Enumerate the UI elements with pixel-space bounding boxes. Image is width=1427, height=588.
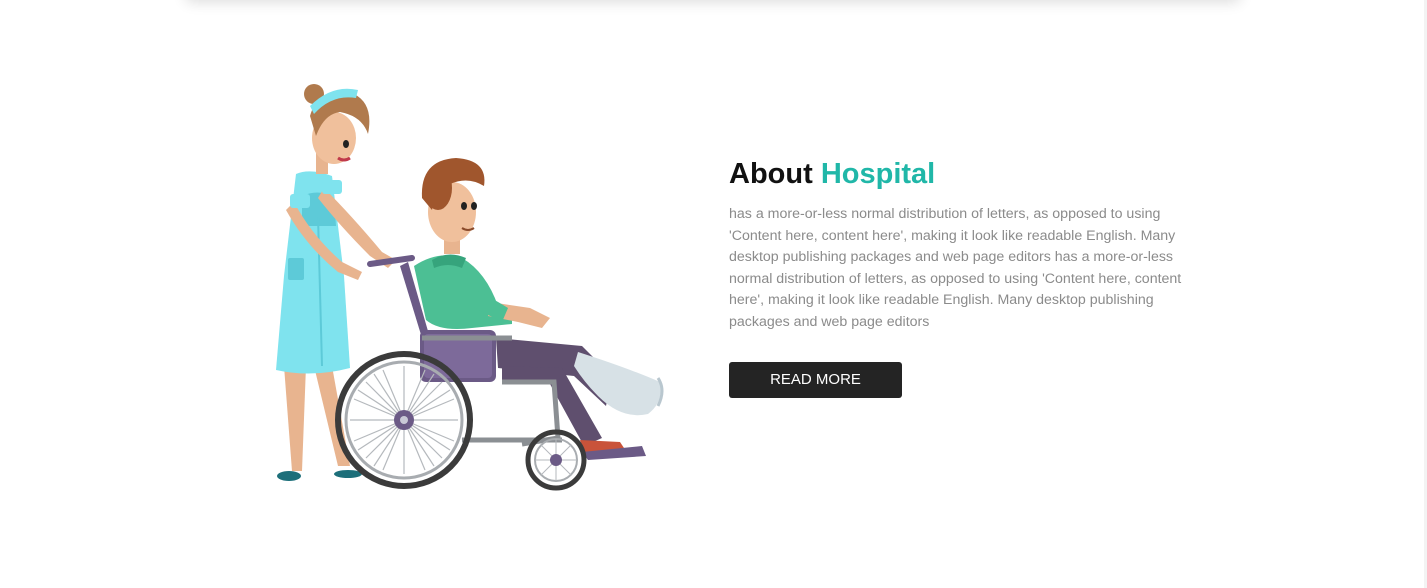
about-title: About Hospital [729, 154, 1199, 194]
about-section: About Hospital has a more-or-less normal… [0, 0, 1427, 588]
about-description: has a more-or-less normal distribution o… [729, 206, 1182, 330]
about-title-accent: Hospital [820, 158, 936, 190]
about-content: About Hospital has a more-or-less normal… [729, 154, 1199, 334]
read-more-button[interactable]: READ MORE [729, 362, 902, 398]
about-title-main: About [729, 158, 813, 190]
nurse-wheelchair-illustration [276, 84, 664, 491]
